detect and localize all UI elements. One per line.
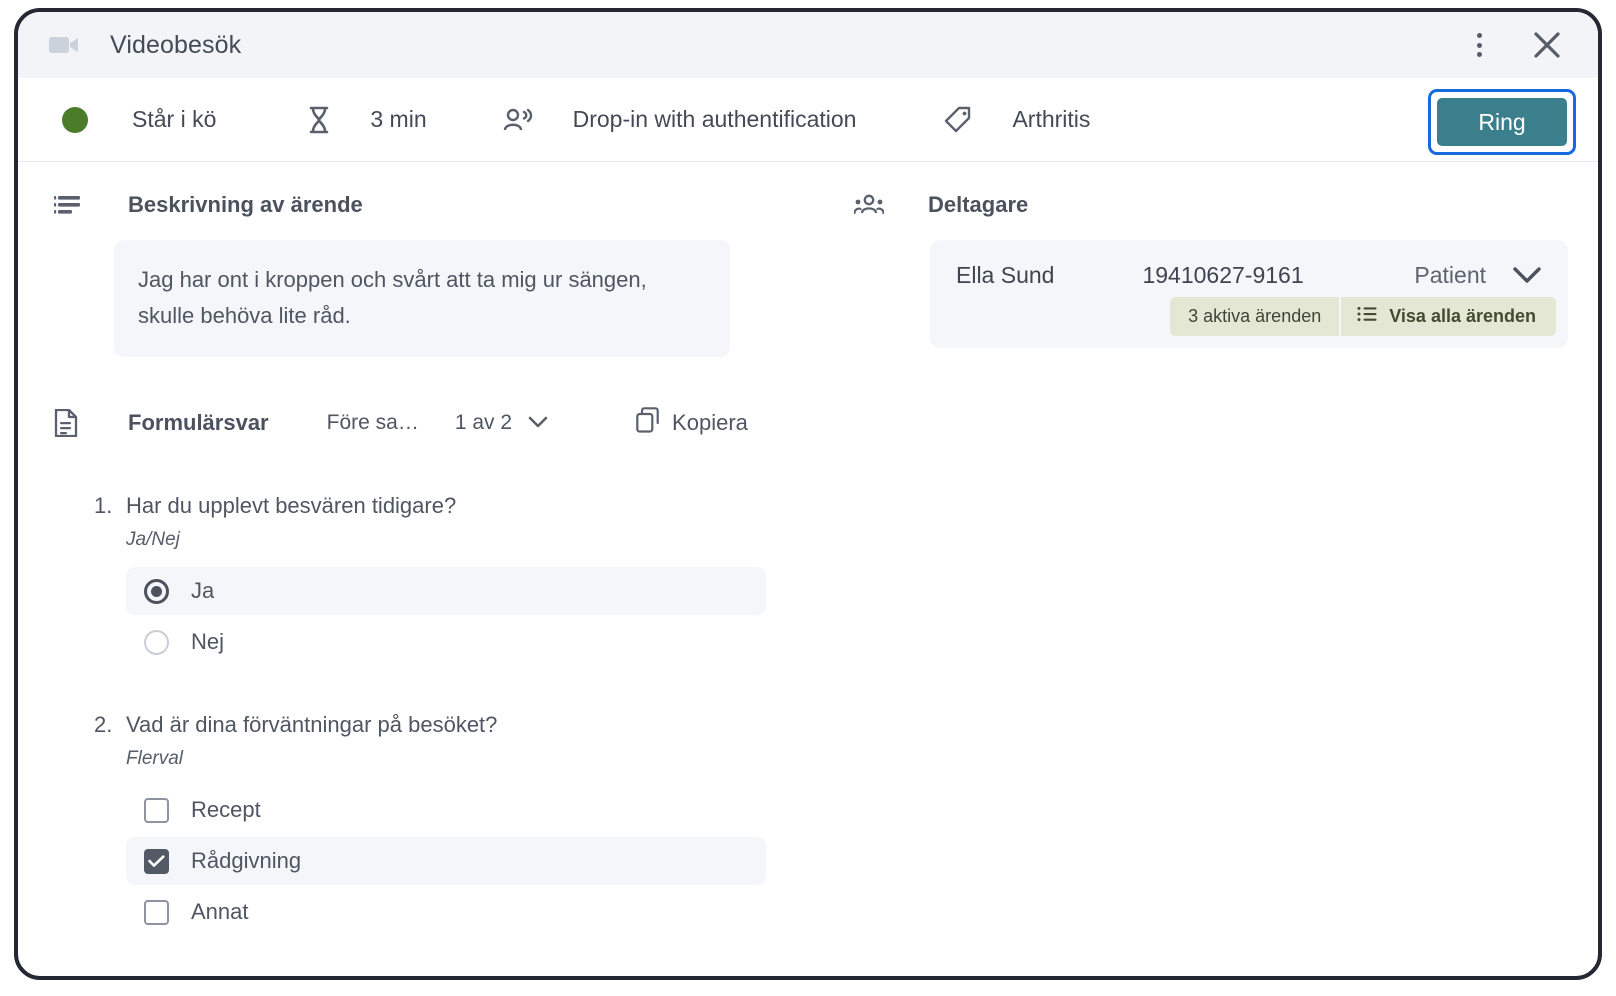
radio-icon[interactable] — [144, 578, 169, 604]
question-item: 2. Vad är dina förväntningar på besöket?… — [18, 712, 848, 936]
question-options: Recept Rådgivning Annat — [18, 786, 848, 936]
questions-list: 1. Har du upplevt besvären tidigare? Ja/… — [18, 493, 848, 936]
hourglass-icon — [308, 106, 330, 134]
badge-group: 3 aktiva ärenden Visa alla ärenden — [1170, 297, 1556, 336]
option-row[interactable]: Nej — [126, 618, 766, 666]
participant-row: Ella Sund 19410627-9161 Patient — [930, 240, 1568, 297]
option-row[interactable]: Annat — [126, 888, 766, 936]
people-group-icon — [854, 194, 906, 216]
form-answers-title: Formulärsvar — [128, 410, 269, 436]
option-label: Nej — [191, 629, 225, 655]
option-label: Ja — [191, 578, 215, 604]
tag-value: Arthritis — [1012, 106, 1091, 132]
question-type-label: Ja/Nej — [126, 529, 180, 551]
list-icon — [1357, 306, 1377, 327]
left-column: Beskrivning av ärende Jag har ont i krop… — [18, 168, 848, 976]
description-header: Beskrivning av ärende — [18, 168, 848, 218]
call-button[interactable]: Ring — [1437, 98, 1567, 146]
question-line: 2. Vad är dina förväntningar på besöket? — [18, 712, 848, 738]
people-icon — [503, 108, 533, 132]
close-icon[interactable] — [1524, 22, 1570, 68]
question-item: 1. Har du upplevt besvären tidigare? Ja/… — [18, 493, 848, 666]
chevron-down-icon[interactable] — [1512, 266, 1542, 285]
document-icon — [54, 409, 106, 438]
show-all-cases-button[interactable]: Visa alla ärenden — [1339, 297, 1556, 336]
option-label: Annat — [191, 899, 249, 925]
form-pager-value: 1 av 2 — [454, 411, 513, 435]
option-row[interactable]: Ja — [126, 567, 766, 616]
question-text: Har du upplevt besvären tidigare? — [126, 493, 457, 519]
visit-type-group: Drop-in with authentification — [503, 106, 857, 133]
checkbox-icon[interactable] — [144, 797, 169, 823]
question-line: 1. Har du upplevt besvären tidigare? — [18, 493, 848, 519]
queue-status-label: Står i kö — [132, 106, 217, 132]
description-title: Beskrivning av ärende — [128, 192, 363, 217]
show-all-cases-label: Visa alla ärenden — [1389, 306, 1536, 326]
form-filter-select[interactable]: Före sa… — [327, 411, 419, 435]
chevron-down-icon — [528, 411, 548, 435]
participants-header: Deltagare — [848, 168, 1598, 218]
text-lines-icon — [54, 195, 106, 215]
right-column: Deltagare Ella Sund 19410627-9161 Patien… — [848, 168, 1598, 976]
window-titlebar: Videobesök — [18, 12, 1598, 78]
form-pager[interactable]: 1 av 2 — [455, 411, 548, 435]
content-area: Beskrivning av ärende Jag har ont i krop… — [18, 162, 1598, 976]
question-type-label: Flerval — [126, 748, 184, 770]
wait-time-value: 3 min — [370, 106, 427, 132]
video-visit-window: Videobesök Står i kö 3 min Drop-in with … — [14, 8, 1602, 980]
checkbox-icon[interactable] — [144, 848, 169, 874]
kebab-menu-icon[interactable] — [1456, 22, 1502, 68]
copy-label: Kopiera — [672, 410, 748, 436]
window-title: Videobesök — [110, 30, 242, 59]
question-number: 2. — [94, 712, 113, 738]
participant-badges: 3 aktiva ärenden Visa alla ärenden — [930, 297, 1568, 348]
form-answers-header: Formulärsvar Före sa… 1 av 2 Kopiera — [18, 407, 848, 439]
visit-type-value: Drop-in with authentification — [572, 106, 857, 132]
radio-icon[interactable] — [144, 629, 169, 655]
checkbox-icon[interactable] — [144, 899, 169, 925]
participant-name: Ella Sund — [956, 262, 1055, 288]
option-label: Recept — [191, 797, 261, 823]
active-cases-badge: 3 aktiva ärenden — [1170, 297, 1340, 336]
participant-personal-id: 19410627-9161 — [1142, 262, 1304, 288]
call-button-focus-ring: Ring — [1428, 89, 1576, 155]
video-camera-icon — [48, 29, 80, 61]
question-text: Vad är dina förväntningar på besöket? — [126, 712, 498, 738]
copy-icon — [636, 407, 660, 439]
tag-group: Arthritis — [944, 106, 1090, 134]
copy-button[interactable]: Kopiera — [636, 407, 748, 439]
participants-title: Deltagare — [928, 192, 1029, 217]
wait-time-group: 3 min — [308, 106, 427, 134]
question-number: 1. — [94, 493, 113, 519]
question-options: Ja Nej — [18, 567, 848, 666]
status-bar: Står i kö 3 min Drop-in with authentific… — [18, 78, 1598, 162]
option-row[interactable]: Recept — [126, 786, 766, 834]
description-text: Jag har ont i kroppen och svårt att ta m… — [114, 240, 730, 358]
option-label: Rådgivning — [191, 848, 302, 874]
tag-icon — [944, 106, 972, 134]
participant-card: Ella Sund 19410627-9161 Patient 3 aktiva… — [930, 240, 1568, 348]
status-indicator-dot — [62, 106, 88, 133]
option-row[interactable]: Rådgivning — [126, 837, 766, 886]
participant-role: Patient — [1414, 262, 1486, 288]
